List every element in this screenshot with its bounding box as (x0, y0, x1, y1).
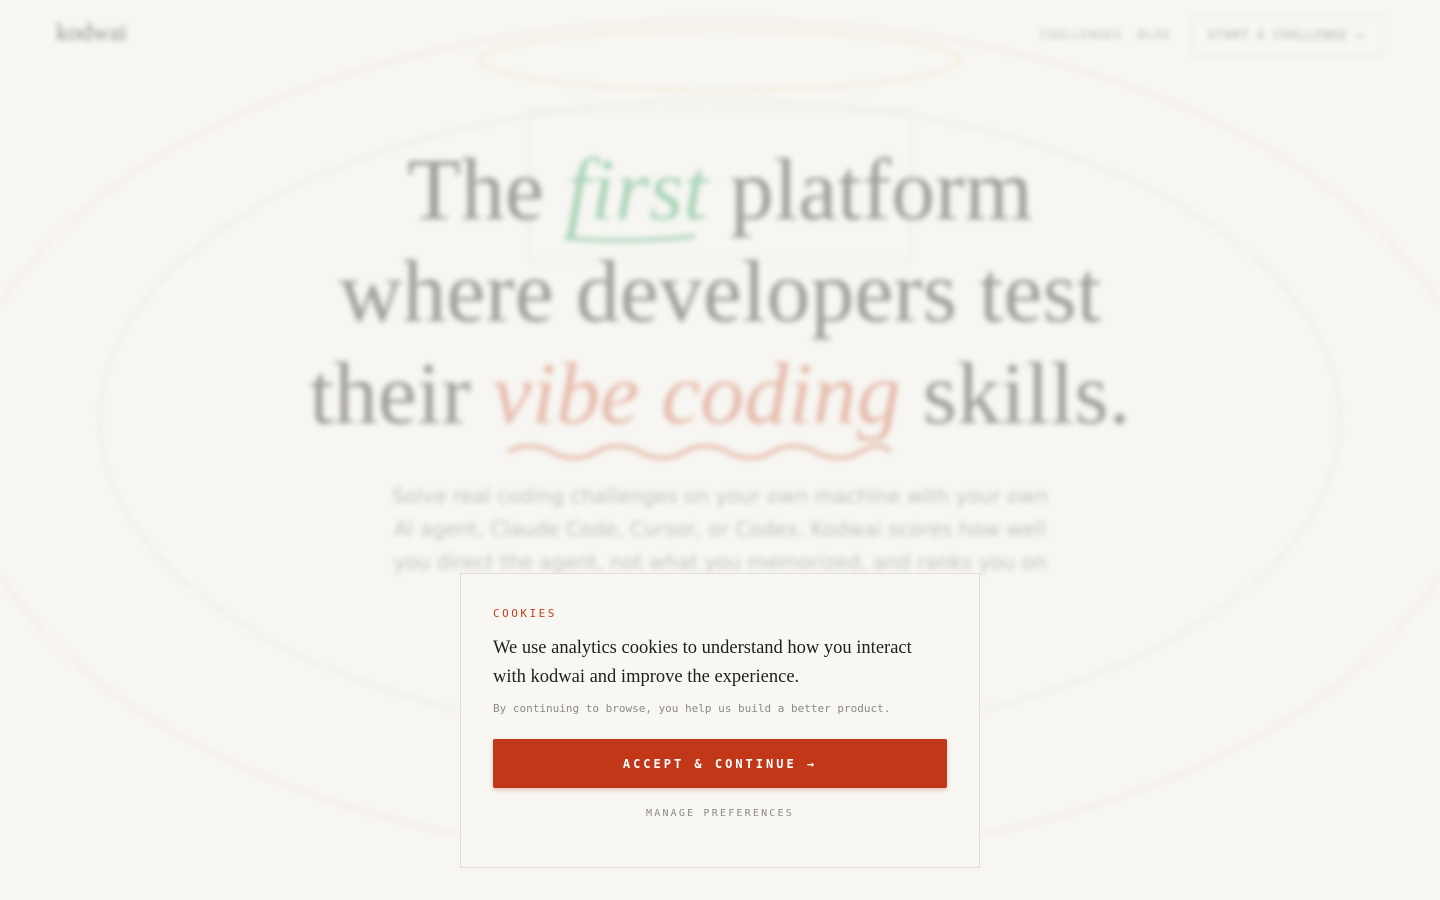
nav-link-challenges[interactable]: CHALLENGES (1040, 28, 1122, 42)
headline-text: skills. (900, 346, 1131, 443)
headline-line-3: their vibe coding skills. (0, 344, 1440, 446)
headline-text: The (407, 142, 566, 239)
start-challenge-button[interactable]: START A CHALLENGE → (1190, 14, 1382, 56)
headline-text: their (309, 346, 493, 443)
top-nav: kodwai CHALLENGES BLOG START A CHALLENGE… (0, 0, 1440, 72)
manage-preferences-link[interactable]: MANAGE PREFERENCES (493, 808, 947, 819)
headline-line-2: where developers test (338, 244, 1102, 341)
page: kodwai CHALLENGES BLOG START A CHALLENGE… (0, 0, 1440, 900)
nav-link-blog[interactable]: BLOG (1138, 28, 1171, 42)
headline-text: platform (707, 142, 1033, 239)
hero-headline: The first platform where developers test… (0, 140, 1440, 446)
highlight-vibe-coding: vibe coding (492, 346, 901, 443)
cookie-modal-message: We use analytics cookies to understand h… (493, 638, 912, 687)
accept-and-continue-button[interactable]: ACCEPT & CONTINUE → (493, 739, 947, 788)
cookie-modal-kicker: COOKIES (493, 607, 557, 620)
headline-line-1: The first platform (0, 140, 1440, 242)
cookie-consent-modal: COOKIES We use analytics cookies to unde… (460, 573, 980, 868)
logo[interactable]: kodwai (56, 20, 127, 47)
cookie-modal-note: By continuing to browse, you help us bui… (493, 702, 891, 715)
highlight-first: first (565, 142, 708, 239)
